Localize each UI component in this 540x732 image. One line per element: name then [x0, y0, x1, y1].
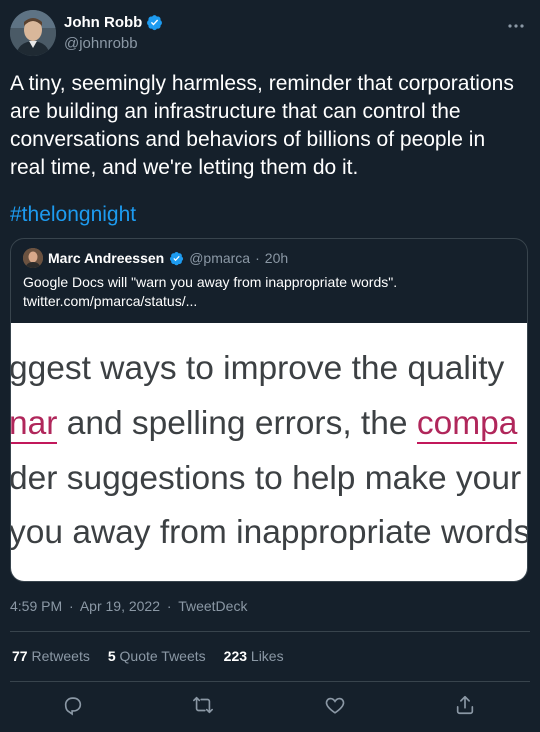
quoted-author-handle: @pmarca [189, 250, 251, 266]
quoted-timestamp: 20h [264, 250, 289, 266]
divider [10, 681, 530, 682]
reply-icon[interactable] [58, 690, 88, 720]
tweet-author: John Robb @johnrobb [10, 10, 530, 60]
author-name[interactable]: John Robb [64, 14, 142, 31]
quoted-tweet-header: Marc Andreessen @pmarca · 20h [23, 248, 288, 268]
tweet-meta: 4:59 PM · Apr 19, 2022 · TweetDeck [10, 598, 250, 614]
author-name-row: John Robb [64, 14, 163, 31]
retweet-icon[interactable] [188, 690, 218, 720]
quoted-media-image[interactable]: ggest ways to improve the quality nar an… [11, 323, 528, 581]
image-text-line: you away from inappropriate words [11, 514, 528, 551]
likes-stat[interactable]: 223 Likes [224, 648, 284, 664]
hashtag-link[interactable]: #thelongnight [10, 201, 136, 229]
tweet-stats: 77 Retweets 5 Quote Tweets 223 Likes [12, 648, 284, 664]
image-text-line: der suggestions to help make your [11, 460, 522, 497]
share-icon[interactable] [450, 690, 480, 720]
tweet: John Robb @johnrobb A tiny, seemingly ha… [0, 0, 540, 732]
tweet-source[interactable]: TweetDeck [178, 598, 247, 614]
verified-badge-icon [169, 251, 184, 266]
image-underlined-word: nar [11, 405, 58, 444]
action-bar [0, 684, 540, 724]
divider [10, 631, 530, 632]
tweet-date[interactable]: Apr 19, 2022 [80, 598, 160, 614]
avatar[interactable] [10, 10, 56, 56]
meta-separator: · [69, 598, 74, 614]
quoted-link[interactable]: twitter.com/pmarca/status/... [23, 292, 513, 311]
tweet-text: A tiny, seemingly harmless, reminder tha… [10, 72, 514, 179]
like-icon[interactable] [320, 690, 350, 720]
quoted-author-name: Marc Andreessen [48, 250, 165, 266]
author-handle[interactable]: @johnrobb [64, 35, 138, 52]
verified-badge-icon [146, 14, 163, 31]
tweet-time[interactable]: 4:59 PM [10, 598, 62, 614]
quoted-text-line: Google Docs will "warn you away from ina… [23, 274, 398, 290]
image-text-line: nar and spelling errors, the compa [11, 405, 518, 444]
image-underlined-word: compa [416, 405, 518, 444]
quoted-tweet[interactable]: Marc Andreessen @pmarca · 20h Google Doc… [10, 238, 528, 582]
image-text-line: ggest ways to improve the quality [11, 350, 505, 387]
more-icon[interactable] [502, 14, 530, 38]
retweets-stat[interactable]: 77 Retweets [12, 648, 90, 664]
quote-tweets-stat[interactable]: 5 Quote Tweets [108, 648, 206, 664]
quoted-avatar [23, 248, 43, 268]
image-text-segment: and spelling errors, the [57, 405, 417, 442]
meta-separator: · [166, 598, 172, 614]
quoted-tweet-text: Google Docs will "warn you away from ina… [23, 273, 513, 311]
quoted-separator: · [255, 250, 260, 266]
